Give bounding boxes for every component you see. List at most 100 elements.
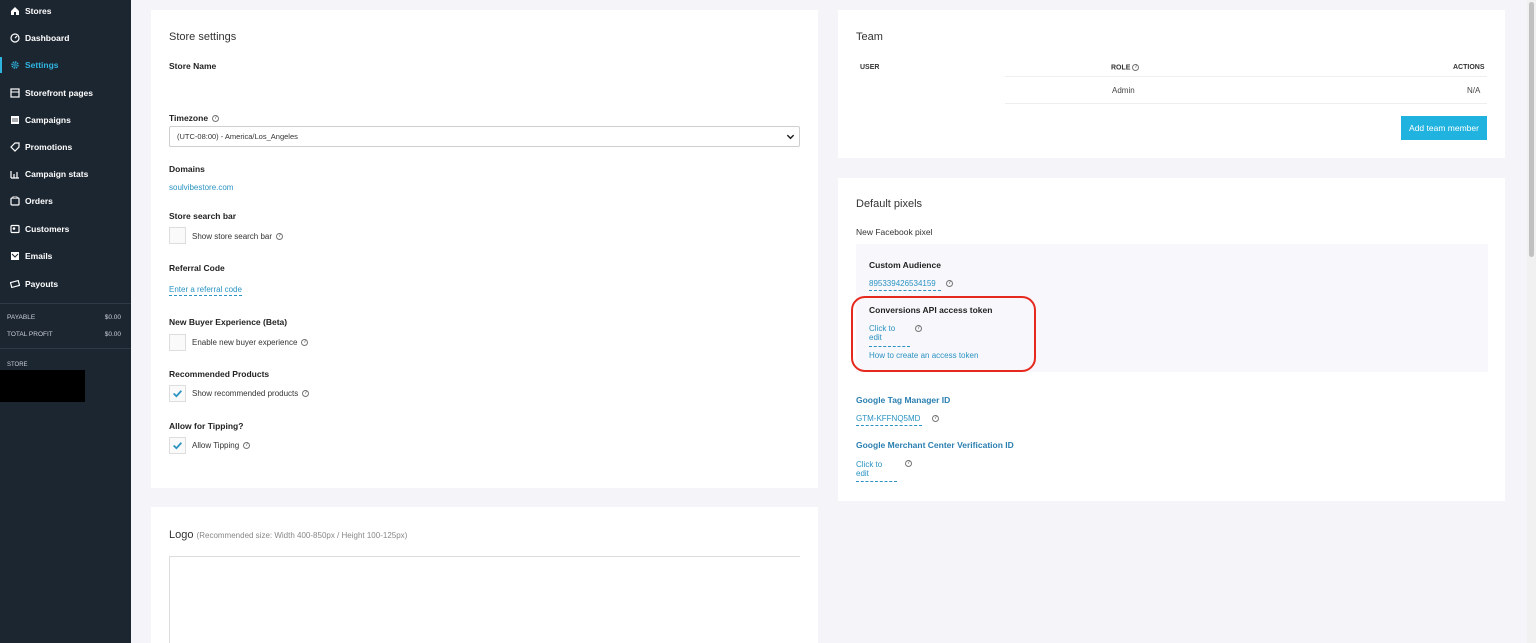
store-name-label: Store Name <box>169 61 217 71</box>
bar-chart-icon <box>9 169 21 179</box>
team-row-role: Admin <box>1112 86 1135 95</box>
customers-icon <box>9 224 21 234</box>
sidebar-item-settings[interactable]: Settings <box>0 54 131 76</box>
total-profit-label: TOTAL PROFIT <box>7 331 53 338</box>
sidebar-item-promotions[interactable]: Promotions <box>0 136 131 158</box>
sidebar-item-label: Payouts <box>25 279 59 289</box>
recommended-products-checkbox-label: Show recommended products? <box>192 389 310 398</box>
table-divider <box>1005 103 1487 104</box>
add-team-member-button[interactable]: Add team member <box>1401 116 1487 140</box>
tag-icon <box>9 142 21 152</box>
column-header-role: ROLE? <box>1111 64 1140 72</box>
timezone-label: Timezone? <box>169 113 220 123</box>
search-bar-checkbox-label: Show store search bar? <box>192 232 284 241</box>
payable-label: PAYABLE <box>7 314 36 321</box>
store-settings-card <box>151 10 818 488</box>
help-icon[interactable]: ? <box>302 390 310 398</box>
gmc-edit-link[interactable]: Click to edit <box>856 460 897 482</box>
sidebar-item-label: Emails <box>25 251 53 261</box>
column-header-user: USER <box>860 64 880 71</box>
sidebar-item-label: Storefront pages <box>25 88 94 98</box>
page-icon <box>9 88 21 98</box>
checkmark-icon <box>173 390 183 398</box>
new-buyer-checkbox[interactable] <box>169 334 186 351</box>
tipping-label: Allow for Tipping? <box>169 421 244 431</box>
recommended-products-label: Recommended Products <box>169 369 270 379</box>
sidebar-item-customers[interactable]: Customers <box>0 218 131 240</box>
gmc-label: Google Merchant Center Verification ID <box>856 440 1014 450</box>
help-icon[interactable]: ? <box>905 460 912 467</box>
sidebar-item-orders[interactable]: Orders <box>0 190 131 212</box>
sidebar-item-label: Promotions <box>25 142 73 152</box>
money-icon <box>9 279 21 289</box>
checkmark-icon <box>173 442 183 450</box>
scrollbar-thumb[interactable] <box>1529 2 1534 257</box>
recommended-products-checkbox[interactable] <box>169 385 186 402</box>
chevron-down-icon <box>786 134 795 140</box>
sidebar-item-campaign-stats[interactable]: Campaign stats <box>0 163 131 185</box>
help-icon[interactable]: ? <box>1132 64 1140 71</box>
search-bar-checkbox[interactable] <box>169 227 186 244</box>
tipping-checkbox-label: Allow Tipping? <box>192 441 251 450</box>
tipping-checkbox[interactable] <box>169 437 186 454</box>
help-icon[interactable]: ? <box>212 115 220 123</box>
store-settings-title: Store settings <box>169 31 237 43</box>
team-title: Team <box>856 31 883 43</box>
sidebar-item-label: Dashboard <box>25 33 70 43</box>
sidebar-item-storefront-pages[interactable]: Storefront pages <box>0 82 131 104</box>
sidebar-item-payouts[interactable]: Payouts <box>0 273 131 295</box>
logo-upload-area[interactable] <box>169 556 800 643</box>
help-icon[interactable]: ? <box>276 233 284 241</box>
store-selector[interactable] <box>0 370 85 402</box>
sidebar-item-campaigns[interactable]: Campaigns <box>0 109 131 131</box>
payable-value: $0.00 <box>104 314 121 321</box>
total-profit-stat: TOTAL PROFIT $0.00 <box>7 331 121 338</box>
logo-title: Logo (Recommended size: Width 400-850px … <box>169 529 408 541</box>
store-label: STORE <box>7 362 28 368</box>
domains-label: Domains <box>169 164 205 174</box>
gtm-label: Google Tag Manager ID <box>856 395 951 405</box>
new-buyer-checkbox-label: Enable new buyer experience? <box>192 338 309 347</box>
gauge-icon <box>9 33 21 43</box>
page-scrollbar[interactable] <box>1527 0 1536 643</box>
team-row-actions: N/A <box>1467 86 1481 95</box>
store-search-bar-label: Store search bar <box>169 211 237 221</box>
referral-code-label: Referral Code <box>169 263 225 273</box>
sidebar-item-label: Campaign stats <box>25 169 89 179</box>
sidebar-divider <box>0 348 131 349</box>
email-icon <box>9 251 21 261</box>
new-buyer-label: New Buyer Experience (Beta) <box>169 317 288 327</box>
help-icon[interactable]: ? <box>243 442 251 450</box>
timezone-select[interactable]: (UTC-08:00) - America/Los_Angeles <box>169 126 800 147</box>
home-icon <box>9 6 21 16</box>
timezone-value: (UTC-08:00) - America/Los_Angeles <box>177 132 298 141</box>
table-divider <box>1005 76 1487 77</box>
gtm-value[interactable]: GTM-KFFNQ5MD <box>856 414 922 426</box>
sidebar-item-label: Customers <box>25 224 70 234</box>
help-icon[interactable]: ? <box>932 415 939 422</box>
facebook-pixel-label: New Facebook pixel <box>856 227 933 237</box>
sidebar-item-emails[interactable]: Emails <box>0 245 131 267</box>
referral-code-link[interactable]: Enter a referral code <box>169 285 242 296</box>
sidebar-item-label: Campaigns <box>25 115 71 125</box>
sidebar: Stores Dashboard Settings Storefront pag… <box>0 0 131 643</box>
gear-icon <box>9 60 21 70</box>
highlight-annotation <box>851 296 1036 372</box>
custom-audience-value[interactable]: 895339426534159 <box>869 279 941 291</box>
sidebar-item-dashboard[interactable]: Dashboard <box>0 27 131 49</box>
total-profit-value: $0.00 <box>104 331 121 338</box>
sidebar-item-stores[interactable]: Stores <box>0 0 131 22</box>
orders-icon <box>9 196 21 206</box>
logo-size-hint: (Recommended size: Width 400-850px / Hei… <box>196 531 408 540</box>
payable-stat: PAYABLE $0.00 <box>7 314 121 321</box>
help-icon[interactable]: ? <box>946 280 953 287</box>
sidebar-item-label: Orders <box>25 196 53 206</box>
campaign-icon <box>9 115 21 125</box>
column-header-actions: ACTIONS <box>1453 64 1485 71</box>
domain-link[interactable]: soulvibestore.com <box>169 183 233 192</box>
custom-audience-label: Custom Audience <box>869 260 941 270</box>
sidebar-item-label: Settings <box>25 60 59 70</box>
sidebar-divider <box>0 303 131 304</box>
help-icon[interactable]: ? <box>301 339 309 347</box>
sidebar-item-label: Stores <box>25 6 52 16</box>
